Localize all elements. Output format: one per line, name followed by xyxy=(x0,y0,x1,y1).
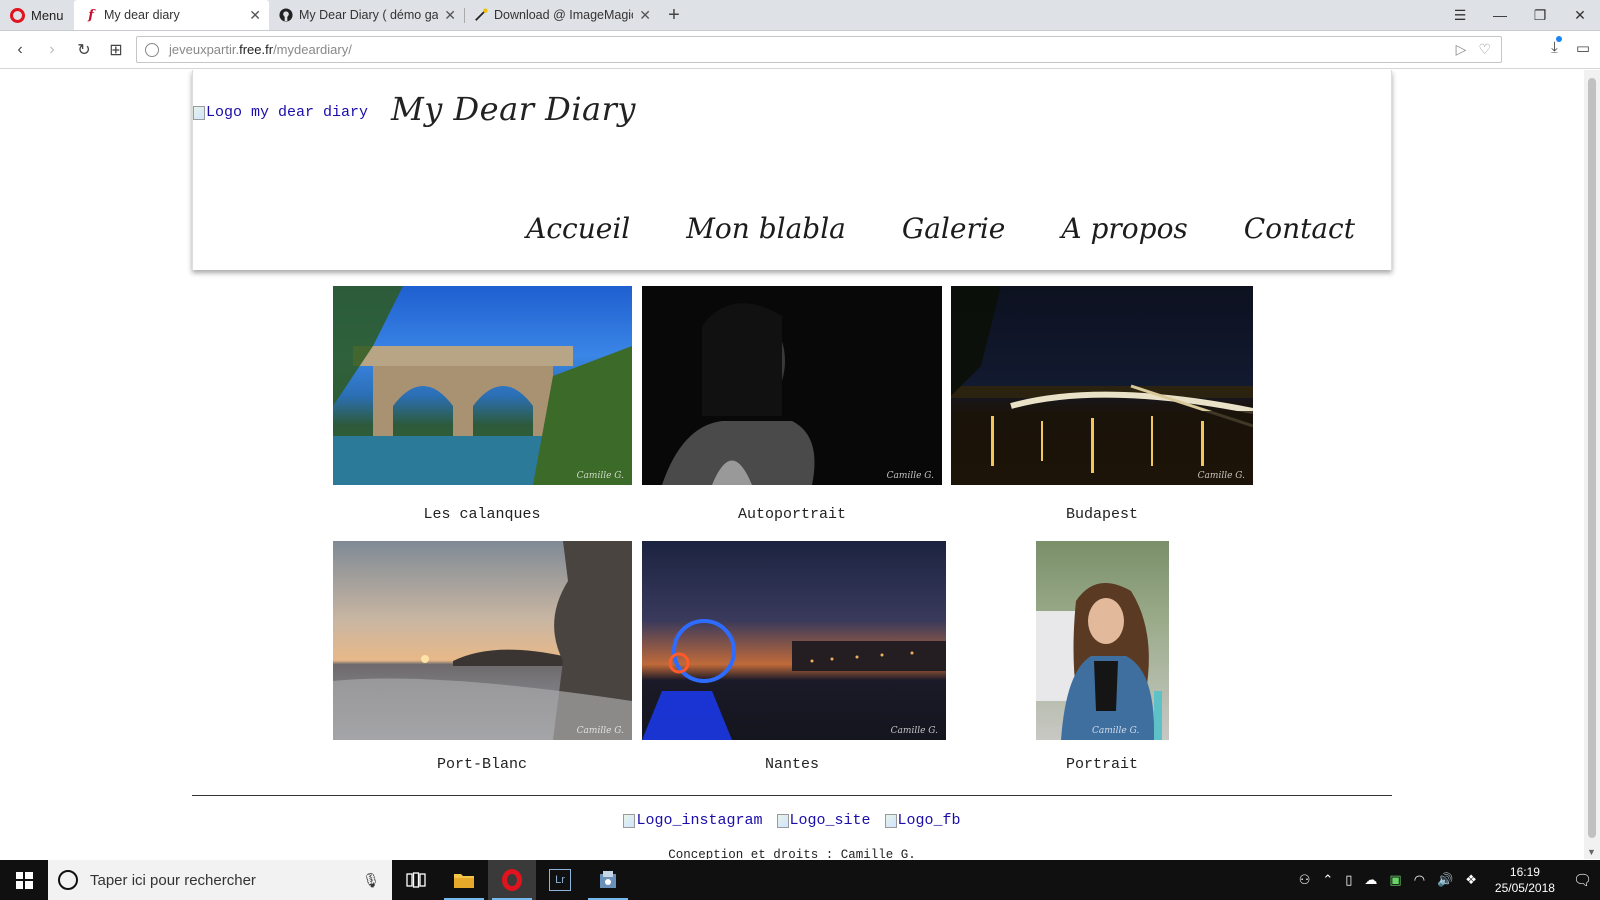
tab-my-dear-diary[interactable]: f My dear diary ✕ xyxy=(74,0,269,30)
reload-icon[interactable]: ↻ xyxy=(68,40,100,60)
volume-icon[interactable]: 🔊 xyxy=(1437,872,1453,888)
copyright-text: Conception et droits : Camille G. xyxy=(668,848,916,859)
task-view-icon[interactable] xyxy=(392,860,440,900)
nav-contact[interactable]: Contact xyxy=(1244,212,1355,245)
photo-signature: Camille G. xyxy=(1197,471,1245,481)
imagemagick-wand-icon xyxy=(474,8,488,22)
gallery-label[interactable]: Autoportrait xyxy=(738,506,846,523)
tab-title: My dear diary xyxy=(104,8,180,22)
gallery-photo-autoportrait[interactable]: Camille G. xyxy=(642,286,942,485)
system-tray: ⚇ ⌃ ▯ ☁ ▣ ◠ 🔊 ❖ 16:19 25/05/2018 🗨 xyxy=(1299,864,1600,896)
imagemagick-taskbar-icon[interactable] xyxy=(584,860,632,900)
gallery-label[interactable]: Port-Blanc xyxy=(437,756,527,773)
photo-signature: Camille G. xyxy=(1092,726,1140,736)
browser-tab-bar: Menu f My dear diary ✕ My Dear Diary ( d… xyxy=(0,0,1600,31)
close-tab-icon[interactable]: ✕ xyxy=(639,7,651,24)
site-header: Logo my dear diary My Dear Diary Accueil… xyxy=(192,70,1392,270)
usb-icon[interactable]: ▯ xyxy=(1345,872,1352,888)
opera-menu-button[interactable]: Menu xyxy=(0,0,74,30)
battery-saver-icon[interactable]: ▭ xyxy=(1576,39,1590,57)
tab-github-demo[interactable]: My Dear Diary ( démo gall ✕ xyxy=(269,0,464,30)
script-f-icon: f xyxy=(88,7,94,23)
broken-image-icon xyxy=(884,813,897,828)
restore-icon[interactable]: ❐ xyxy=(1520,7,1560,24)
menu-label: Menu xyxy=(31,7,64,23)
github-icon xyxy=(279,8,293,22)
taskbar-clock[interactable]: 16:19 25/05/2018 xyxy=(1489,864,1561,896)
broken-image-icon xyxy=(776,813,789,828)
site-logo[interactable]: Logo my dear diary xyxy=(193,104,368,121)
windows-logo-icon xyxy=(15,871,33,889)
wifi-icon[interactable]: ◠ xyxy=(1414,872,1425,888)
nav-galerie[interactable]: Galerie xyxy=(902,212,1006,245)
lightroom-icon[interactable]: Lr xyxy=(536,860,584,900)
search-placeholder: Taper ici pour rechercher xyxy=(90,871,256,889)
gallery-photo-nantes[interactable]: Camille G. xyxy=(642,541,946,740)
tab-title: My Dear Diary ( démo gall xyxy=(299,8,439,22)
onedrive-icon[interactable]: ☁ xyxy=(1364,872,1377,888)
page-scrollbar[interactable]: ▼ xyxy=(1584,70,1600,859)
back-icon[interactable]: ‹ xyxy=(4,41,36,59)
cortana-icon xyxy=(58,870,78,890)
download-icon[interactable]: ⤓ xyxy=(1551,36,1562,57)
nav-accueil[interactable]: Accueil xyxy=(526,212,630,245)
photo-signature: Camille G. xyxy=(576,471,624,481)
microphone-icon[interactable]: 🎙 xyxy=(362,872,380,889)
taskbar-search[interactable]: Taper ici pour rechercher 🎙 xyxy=(48,860,392,900)
address-field[interactable]: jeveuxpartir.free.fr/mydeardiary/ ▷ ♡ xyxy=(136,36,1502,63)
close-tab-icon[interactable]: ✕ xyxy=(444,7,456,24)
minimize-icon[interactable]: — xyxy=(1480,7,1520,23)
nav-a-propos[interactable]: A propos xyxy=(1061,212,1187,245)
url-text: jeveuxpartir.free.fr/mydeardiary/ xyxy=(169,42,352,57)
gallery-label[interactable]: Nantes xyxy=(765,756,819,773)
close-tab-icon[interactable]: ✕ xyxy=(249,7,261,24)
scrollbar-thumb[interactable] xyxy=(1588,78,1596,838)
social-links: Logo_instagram Logo_site Logo_fb xyxy=(0,812,1584,829)
forward-icon[interactable]: › xyxy=(36,41,68,59)
page-viewport: Logo my dear diary My Dear Diary Accueil… xyxy=(0,70,1584,859)
action-center-icon[interactable]: 🗨 xyxy=(1573,871,1592,889)
tab-title: Download @ ImageMagic xyxy=(494,8,634,22)
gallery-label[interactable]: Les calanques xyxy=(423,506,540,523)
clock-time: 16:19 xyxy=(1509,865,1540,879)
dropbox-icon[interactable]: ❖ xyxy=(1465,872,1477,888)
gallery-photo-portrait[interactable]: Camille G. xyxy=(1036,541,1169,740)
tab-menu-icon[interactable]: ☰ xyxy=(1440,7,1480,24)
file-explorer-icon[interactable] xyxy=(440,860,488,900)
gallery-photo-calanques[interactable]: Camille G. xyxy=(333,286,632,485)
opera-taskbar-icon[interactable] xyxy=(488,860,536,900)
gallery-label[interactable]: Budapest xyxy=(1066,506,1138,523)
instagram-link[interactable]: Logo_instagram xyxy=(623,812,763,829)
scroll-down-icon[interactable]: ▼ xyxy=(1587,847,1596,857)
address-toolbar: ‹ › ↻ ⊞ jeveuxpartir.free.fr/mydeardiary… xyxy=(0,31,1600,69)
clock-date: 25/05/2018 xyxy=(1494,881,1555,895)
main-nav: Accueil Mon blabla Galerie A propos Cont… xyxy=(526,212,1355,245)
site-link[interactable]: Logo_site xyxy=(776,812,871,829)
gallery-photo-budapest[interactable]: Camille G. xyxy=(951,286,1253,485)
tab-imagemagick[interactable]: Download @ ImageMagic ✕ xyxy=(464,0,659,30)
gallery-label[interactable]: Portrait xyxy=(1066,756,1138,773)
opera-logo-icon xyxy=(10,7,25,23)
battery-icon[interactable]: ▣ xyxy=(1389,872,1401,888)
facebook-link[interactable]: Logo_fb xyxy=(884,812,961,829)
close-window-icon[interactable]: ✕ xyxy=(1560,7,1600,24)
bookmark-heart-icon[interactable]: ♡ xyxy=(1478,41,1491,58)
site-title: My Dear Diary xyxy=(391,90,636,128)
show-hidden-icons[interactable]: ⌃ xyxy=(1322,872,1333,888)
nav-mon-blabla[interactable]: Mon blabla xyxy=(686,212,846,245)
photo-signature: Camille G. xyxy=(886,471,934,481)
photo-signature: Camille G. xyxy=(576,726,624,736)
people-icon[interactable]: ⚇ xyxy=(1299,872,1311,888)
photo-signature: Camille G. xyxy=(890,726,938,736)
gallery-photo-port-blanc[interactable]: Camille G. xyxy=(333,541,632,740)
start-button[interactable] xyxy=(0,860,48,900)
new-tab-button[interactable]: + xyxy=(659,0,689,30)
broken-image-icon xyxy=(193,105,205,120)
send-icon[interactable]: ▷ xyxy=(1456,41,1467,58)
globe-icon xyxy=(145,42,159,57)
broken-image-icon xyxy=(623,813,636,828)
windows-taskbar: Taper ici pour rechercher 🎙 Lr ⚇ ⌃ ▯ ☁ ▣… xyxy=(0,860,1600,900)
speed-dial-icon[interactable]: ⊞ xyxy=(100,40,132,60)
footer-divider xyxy=(192,795,1392,796)
